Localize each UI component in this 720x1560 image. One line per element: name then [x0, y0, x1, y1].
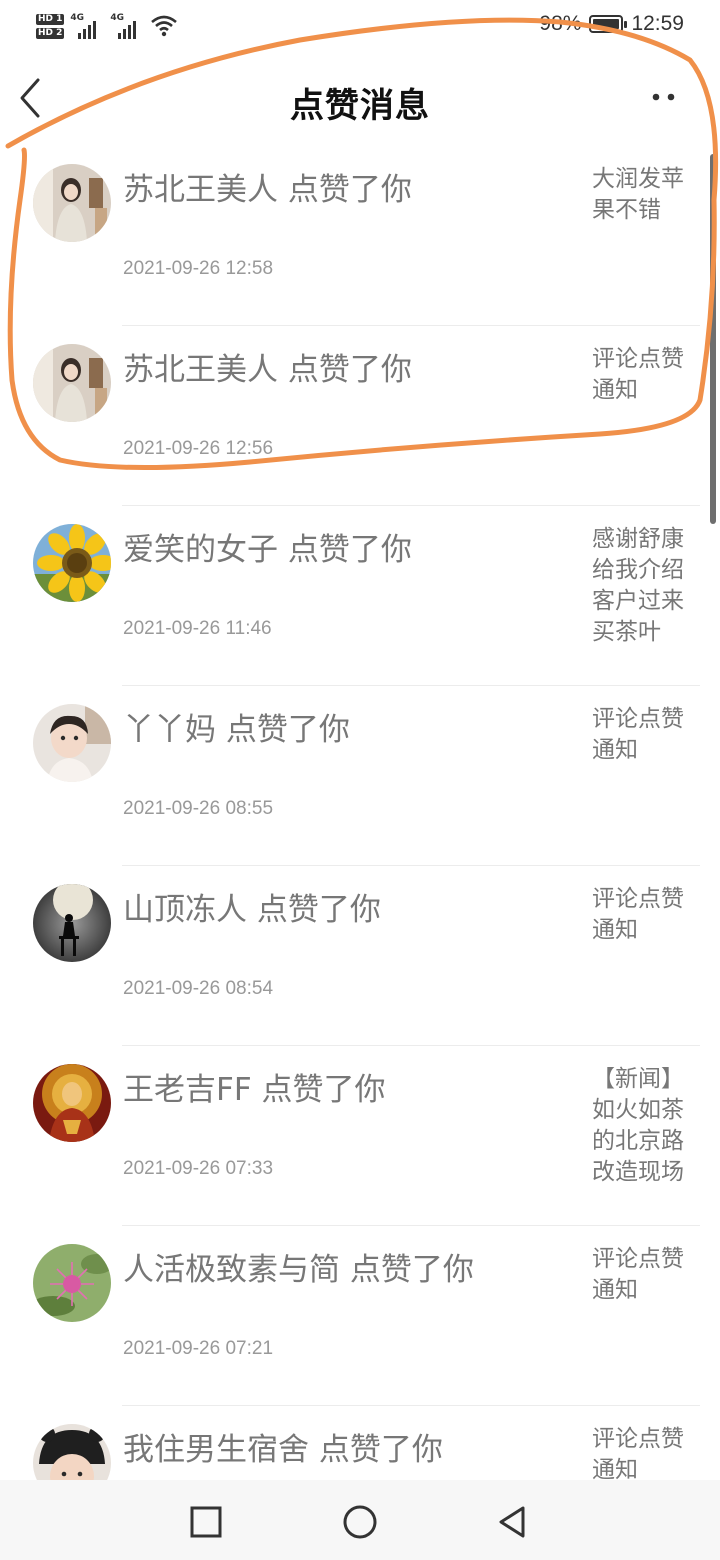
- battery-percent: 98%: [539, 12, 582, 35]
- like-text: 丫丫妈 点赞了你: [123, 712, 350, 748]
- avatar[interactable]: [33, 344, 111, 422]
- like-time: 2021-09-26 08:54: [123, 978, 274, 999]
- avatar[interactable]: [33, 524, 111, 602]
- avatar[interactable]: [33, 884, 111, 962]
- like-text: 山顶冻人 点赞了你: [123, 892, 381, 928]
- list-item[interactable]: 王老吉FF 点赞了你 2021-09-26 07:33 【新闻】如火如茶的北京路…: [0, 1046, 720, 1226]
- like-text: 人活极致素与简 点赞了你: [123, 1252, 474, 1288]
- status-bar: HD 1 HD 2 4G 4G 98% 12:59: [0, 0, 720, 50]
- like-message-list: 苏北王美人 点赞了你 2021-09-26 12:58 大润发苹果不错 苏北王美…: [0, 146, 720, 1480]
- post-snippet[interactable]: 评论点赞通知: [592, 1244, 692, 1306]
- page-title: 点赞消息: [290, 86, 430, 126]
- post-snippet[interactable]: 感谢舒康给我介绍客户过来买茶叶: [592, 524, 692, 648]
- list-item[interactable]: 爱笑的女子 点赞了你 2021-09-26 11:46 感谢舒康给我介绍客户过来…: [0, 506, 720, 686]
- avatar[interactable]: [33, 1244, 111, 1322]
- like-text: 苏北王美人 点赞了你: [123, 352, 412, 388]
- post-snippet[interactable]: 大润发苹果不错: [592, 164, 692, 226]
- status-left: HD 1 HD 2 4G 4G: [36, 9, 178, 43]
- scrollbar[interactable]: [710, 154, 716, 524]
- like-text: 我住男生宿舍 点赞了你: [123, 1432, 443, 1468]
- like-time: 2021-09-26 12:58: [123, 258, 274, 279]
- list-item[interactable]: 苏北王美人 点赞了你 2021-09-26 12:56 评论点赞通知: [0, 326, 720, 506]
- post-snippet[interactable]: 【新闻】如火如茶的北京路改造现场: [592, 1064, 692, 1188]
- hd2-badge: HD 2: [36, 27, 65, 39]
- post-snippet[interactable]: 评论点赞通知: [592, 1424, 692, 1480]
- home-circle-icon[interactable]: [340, 1502, 380, 1542]
- list-item[interactable]: 苏北王美人 点赞了你 2021-09-26 12:58 大润发苹果不错: [0, 146, 720, 326]
- avatar[interactable]: [33, 1064, 111, 1142]
- like-time: 2021-09-26 11:46: [123, 618, 272, 639]
- battery-icon: [589, 15, 628, 33]
- signal-1-icon: 4G: [70, 13, 104, 39]
- like-time: 2021-09-26 08:55: [123, 798, 274, 819]
- list-item[interactable]: 丫丫妈 点赞了你 2021-09-26 08:55 评论点赞通知: [0, 686, 720, 866]
- app-header: 点赞消息: [0, 50, 720, 146]
- system-nav-bar: [0, 1480, 720, 1560]
- avatar[interactable]: [33, 164, 111, 242]
- list-item[interactable]: 山顶冻人 点赞了你 2021-09-26 08:54 评论点赞通知: [0, 866, 720, 1046]
- like-time: 2021-09-26 07:21: [123, 1338, 274, 1359]
- hd1-badge: HD 1: [36, 13, 65, 25]
- wifi-icon: [151, 15, 178, 37]
- list-item[interactable]: 我住男生宿舍 点赞了你 评论点赞通知: [0, 1406, 720, 1480]
- like-text: 王老吉FF 点赞了你: [123, 1072, 386, 1108]
- back-triangle-icon[interactable]: [493, 1502, 533, 1542]
- status-right: 98% 12:59: [539, 12, 684, 36]
- like-time: 2021-09-26 12:56: [123, 438, 274, 459]
- post-snippet[interactable]: 评论点赞通知: [592, 344, 692, 406]
- like-text: 苏北王美人 点赞了你: [123, 172, 412, 208]
- more-dots-icon[interactable]: [652, 92, 676, 102]
- avatar[interactable]: [33, 1424, 111, 1480]
- avatar[interactable]: [33, 704, 111, 782]
- recent-apps-square-icon[interactable]: [186, 1502, 226, 1542]
- clock: 12:59: [631, 12, 684, 35]
- like-time: 2021-09-26 07:33: [123, 1158, 274, 1179]
- post-snippet[interactable]: 评论点赞通知: [592, 704, 692, 766]
- post-snippet[interactable]: 评论点赞通知: [592, 884, 692, 946]
- list-item[interactable]: 人活极致素与简 点赞了你 2021-09-26 07:21 评论点赞通知: [0, 1226, 720, 1406]
- like-text: 爱笑的女子 点赞了你: [123, 532, 412, 568]
- signal-2-icon: 4G: [110, 13, 144, 39]
